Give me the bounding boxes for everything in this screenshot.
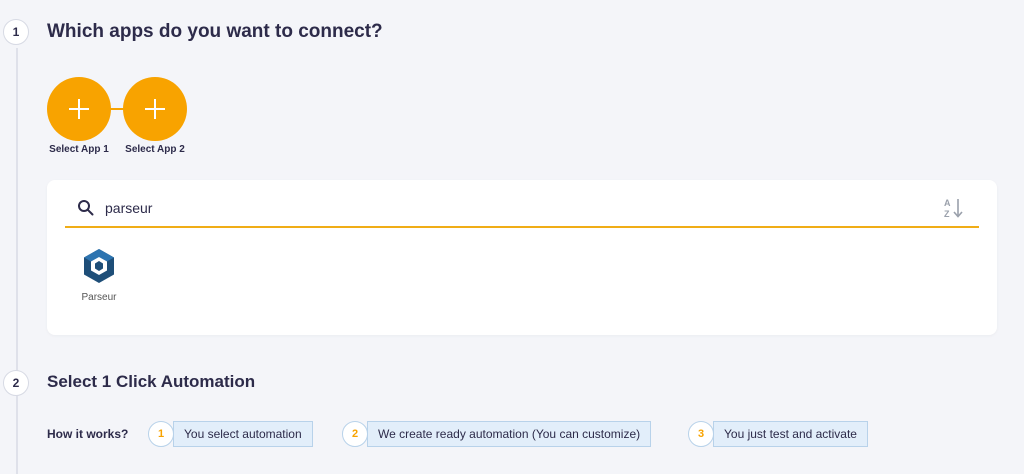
app-result-parseur[interactable]: Parseur <box>73 248 125 303</box>
svg-text:Z: Z <box>944 209 950 219</box>
select-app-2-button[interactable] <box>123 77 187 141</box>
how-step-2-number: 2 <box>342 421 368 447</box>
parseur-logo-icon <box>84 249 114 283</box>
how-step-2-text: We create ready automation (You can cust… <box>367 421 652 447</box>
how-step-3-text: You just test and activate <box>713 421 868 447</box>
app-result-label: Parseur <box>81 292 117 303</box>
select-app-1-label: Select App 1 <box>49 144 109 155</box>
select-app-1-button[interactable] <box>47 77 111 141</box>
how-step-1: 1 You select automation <box>148 420 313 448</box>
step-2-number: 2 <box>3 370 29 396</box>
timeline-line <box>16 48 18 474</box>
step-1-number: 1 <box>3 19 29 45</box>
how-step-1-text: You select automation <box>173 421 313 447</box>
app-search-card: A Z Parseur <box>47 180 997 335</box>
how-it-works-label: How it works? <box>47 427 129 441</box>
how-step-2: 2 We create ready automation (You can cu… <box>342 420 652 448</box>
how-step-1-number: 1 <box>148 421 174 447</box>
how-step-3: 3 You just test and activate <box>688 420 868 448</box>
search-icon <box>78 200 94 216</box>
sort-alphabetical-icon[interactable]: A Z <box>943 196 965 220</box>
search-input[interactable] <box>105 196 905 220</box>
select-app-2-label: Select App 2 <box>125 144 185 155</box>
svg-text:A: A <box>944 198 951 208</box>
step-1-title: Which apps do you want to connect? <box>47 21 383 42</box>
step-2-title: Select 1 Click Automation <box>47 372 256 391</box>
how-step-3-number: 3 <box>688 421 714 447</box>
search-bar: A Z <box>65 190 979 228</box>
